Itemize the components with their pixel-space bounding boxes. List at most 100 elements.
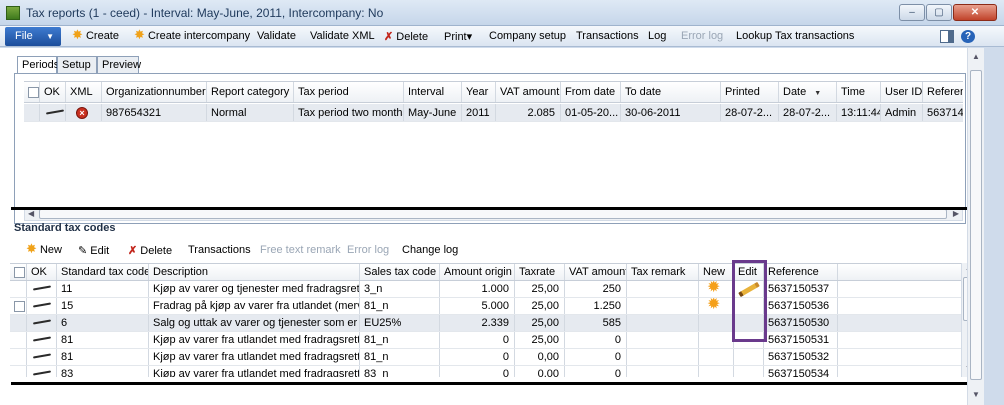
cell-sales-tax-code: 81_n (360, 349, 440, 365)
file-label: File (15, 30, 33, 42)
cell-new (699, 366, 734, 377)
new-star-icon: ✸ (72, 27, 83, 42)
select-all-checkbox[interactable] (10, 264, 27, 280)
row-checkbox[interactable] (10, 366, 27, 377)
ok-check-icon (27, 349, 57, 365)
cell-new (699, 349, 734, 365)
validate-button[interactable]: Validate (257, 30, 296, 42)
bottom-divider (11, 382, 967, 385)
layout-icon[interactable] (940, 30, 954, 43)
cell-reference: 5637150531 (764, 332, 838, 348)
cell-taxrate: 25,00 (515, 332, 565, 348)
lookup-tax-transactions-button[interactable]: Lookup Tax transactions (736, 30, 854, 42)
standard-code-row[interactable]: 6 Salg og uttak av varer og tjenester so… (10, 315, 962, 332)
cell-edit (734, 349, 764, 365)
cell-description: Kjøp av varer fra utlandet med fradragsr… (149, 349, 360, 365)
minimize-button[interactable]: – (899, 4, 925, 21)
col-reference[interactable]: Reference (764, 264, 838, 280)
cell-vat-amount: 250 (565, 281, 627, 297)
create-button[interactable]: ✸ Create (72, 27, 119, 42)
cell-taxrate: 25,00 (515, 315, 565, 331)
cell-vat-amount: 0 (565, 332, 627, 348)
cell-reference: 5637150530 (764, 315, 838, 331)
company-setup-button[interactable]: Company setup (489, 30, 566, 42)
scrollbar-thumb[interactable] (970, 70, 982, 380)
ok-check-icon (27, 298, 57, 314)
close-button[interactable]: ✕ (953, 4, 997, 21)
cell-standard-tax-code: 15 (57, 298, 149, 314)
row-checkbox[interactable] (10, 332, 27, 348)
cell-sales-tax-code: 83_n (360, 366, 440, 377)
cell-reference: 5637150532 (764, 349, 838, 365)
scroll-up-icon[interactable]: ▲ (972, 52, 980, 61)
help-icon[interactable]: ? (961, 30, 975, 43)
window-edge (984, 48, 1004, 405)
title-bar: Tax reports (1 - ceed) - Interval: May-J… (0, 0, 1004, 26)
new-burst-icon: ✹ (699, 298, 734, 314)
chevron-down-icon: ▼ (46, 32, 54, 41)
file-menu-button[interactable]: File ▼ (5, 27, 61, 46)
col-sales-tax-code[interactable]: Sales tax code (360, 264, 440, 280)
app-icon (6, 6, 20, 20)
cell-vat-amount: 1.250 (565, 298, 627, 314)
delete-button[interactable]: ✗ Delete (384, 30, 428, 43)
cell-amount-origin: 0 (440, 332, 515, 348)
standard-codes-grid-header: OK Standard tax code Description Sales t… (10, 263, 962, 281)
cell-tax-remark (627, 332, 699, 348)
col-standard-tax-code[interactable]: Standard tax code (57, 264, 149, 280)
col-tax-remark[interactable]: Tax remark (627, 264, 699, 280)
log-button[interactable]: Log (648, 30, 666, 42)
error-log-button[interactable]: Error log (681, 30, 723, 42)
standard-code-row[interactable]: 81 Kjøp av varer fra utlandet med fradra… (10, 332, 962, 349)
col-vat-amount[interactable]: VAT amount (565, 264, 627, 280)
col-ok[interactable]: OK (27, 264, 57, 280)
cell-reference: 5637150536 (764, 298, 838, 314)
cell-sales-tax-code: 81_n (360, 298, 440, 314)
validate-xml-button[interactable]: Validate XML (310, 30, 375, 42)
cell-amount-origin: 5.000 (440, 298, 515, 314)
cell-amount-origin: 2.339 (440, 315, 515, 331)
col-description[interactable]: Description (149, 264, 360, 280)
cell-description: Kjøp av varer og tjenester med fradragsr… (149, 281, 360, 297)
standard-code-row[interactable]: 83 Kjøp av varer fra utlandet med fradra… (10, 366, 962, 377)
row-checkbox[interactable] (10, 281, 27, 297)
cell-sales-tax-code: 3_n (360, 281, 440, 297)
row-checkbox[interactable] (10, 349, 27, 365)
cell-standard-tax-code: 83 (57, 366, 149, 377)
transactions-button[interactable]: Transactions (576, 30, 639, 42)
cell-description: Kjøp av varer fra utlandet med fradragsr… (149, 332, 360, 348)
cell-standard-tax-code: 81 (57, 349, 149, 365)
row-checkbox[interactable] (10, 315, 27, 331)
maximize-button[interactable]: ▢ (926, 4, 952, 21)
print-menu-button[interactable]: Print▾ (444, 30, 472, 43)
cell-sales-tax-code: 81_n (360, 332, 440, 348)
new-star-icon: ✸ (134, 27, 145, 42)
cell-tax-remark (627, 298, 699, 314)
cell-standard-tax-code: 81 (57, 332, 149, 348)
standard-code-row[interactable]: 11 Kjøp av varer og tjenester med fradra… (10, 281, 962, 298)
cell-reference: 5637150537 (764, 281, 838, 297)
cell-vat-amount: 585 (565, 315, 627, 331)
cell-tax-remark (627, 349, 699, 365)
cell-tax-remark (627, 366, 699, 377)
new-burst-icon: ✹ (699, 281, 734, 297)
col-amount-origin[interactable]: Amount origin (440, 264, 515, 280)
scroll-down-icon[interactable]: ▼ (972, 390, 980, 399)
cell-tax-remark (627, 281, 699, 297)
cell-amount-origin: 0 (440, 349, 515, 365)
create-intercompany-label: Create intercompany (147, 30, 251, 42)
ok-check-icon (27, 281, 57, 297)
standard-code-row[interactable]: 81 Kjøp av varer fra utlandet med fradra… (10, 349, 962, 366)
col-new[interactable]: New (699, 264, 734, 280)
form-content: Periods Setup Preview OK XML Organizatio… (0, 48, 1004, 405)
cell-tax-remark (627, 315, 699, 331)
cell-new (699, 332, 734, 348)
form-vertical-scrollbar[interactable]: ▲ ▼ (967, 48, 984, 405)
cell-standard-tax-code: 6 (57, 315, 149, 331)
create-intercompany-button[interactable]: ✸ Create intercompany (134, 27, 251, 42)
col-taxrate[interactable]: Taxrate (515, 264, 565, 280)
standard-code-row[interactable]: 15 Fradrag på kjøp av varer fra utlandet… (10, 298, 962, 315)
create-label: Create (85, 30, 119, 42)
row-checkbox[interactable] (10, 298, 27, 314)
action-pane: File ▼ ✸ Create ✸ Create intercompany Va… (0, 26, 1004, 47)
